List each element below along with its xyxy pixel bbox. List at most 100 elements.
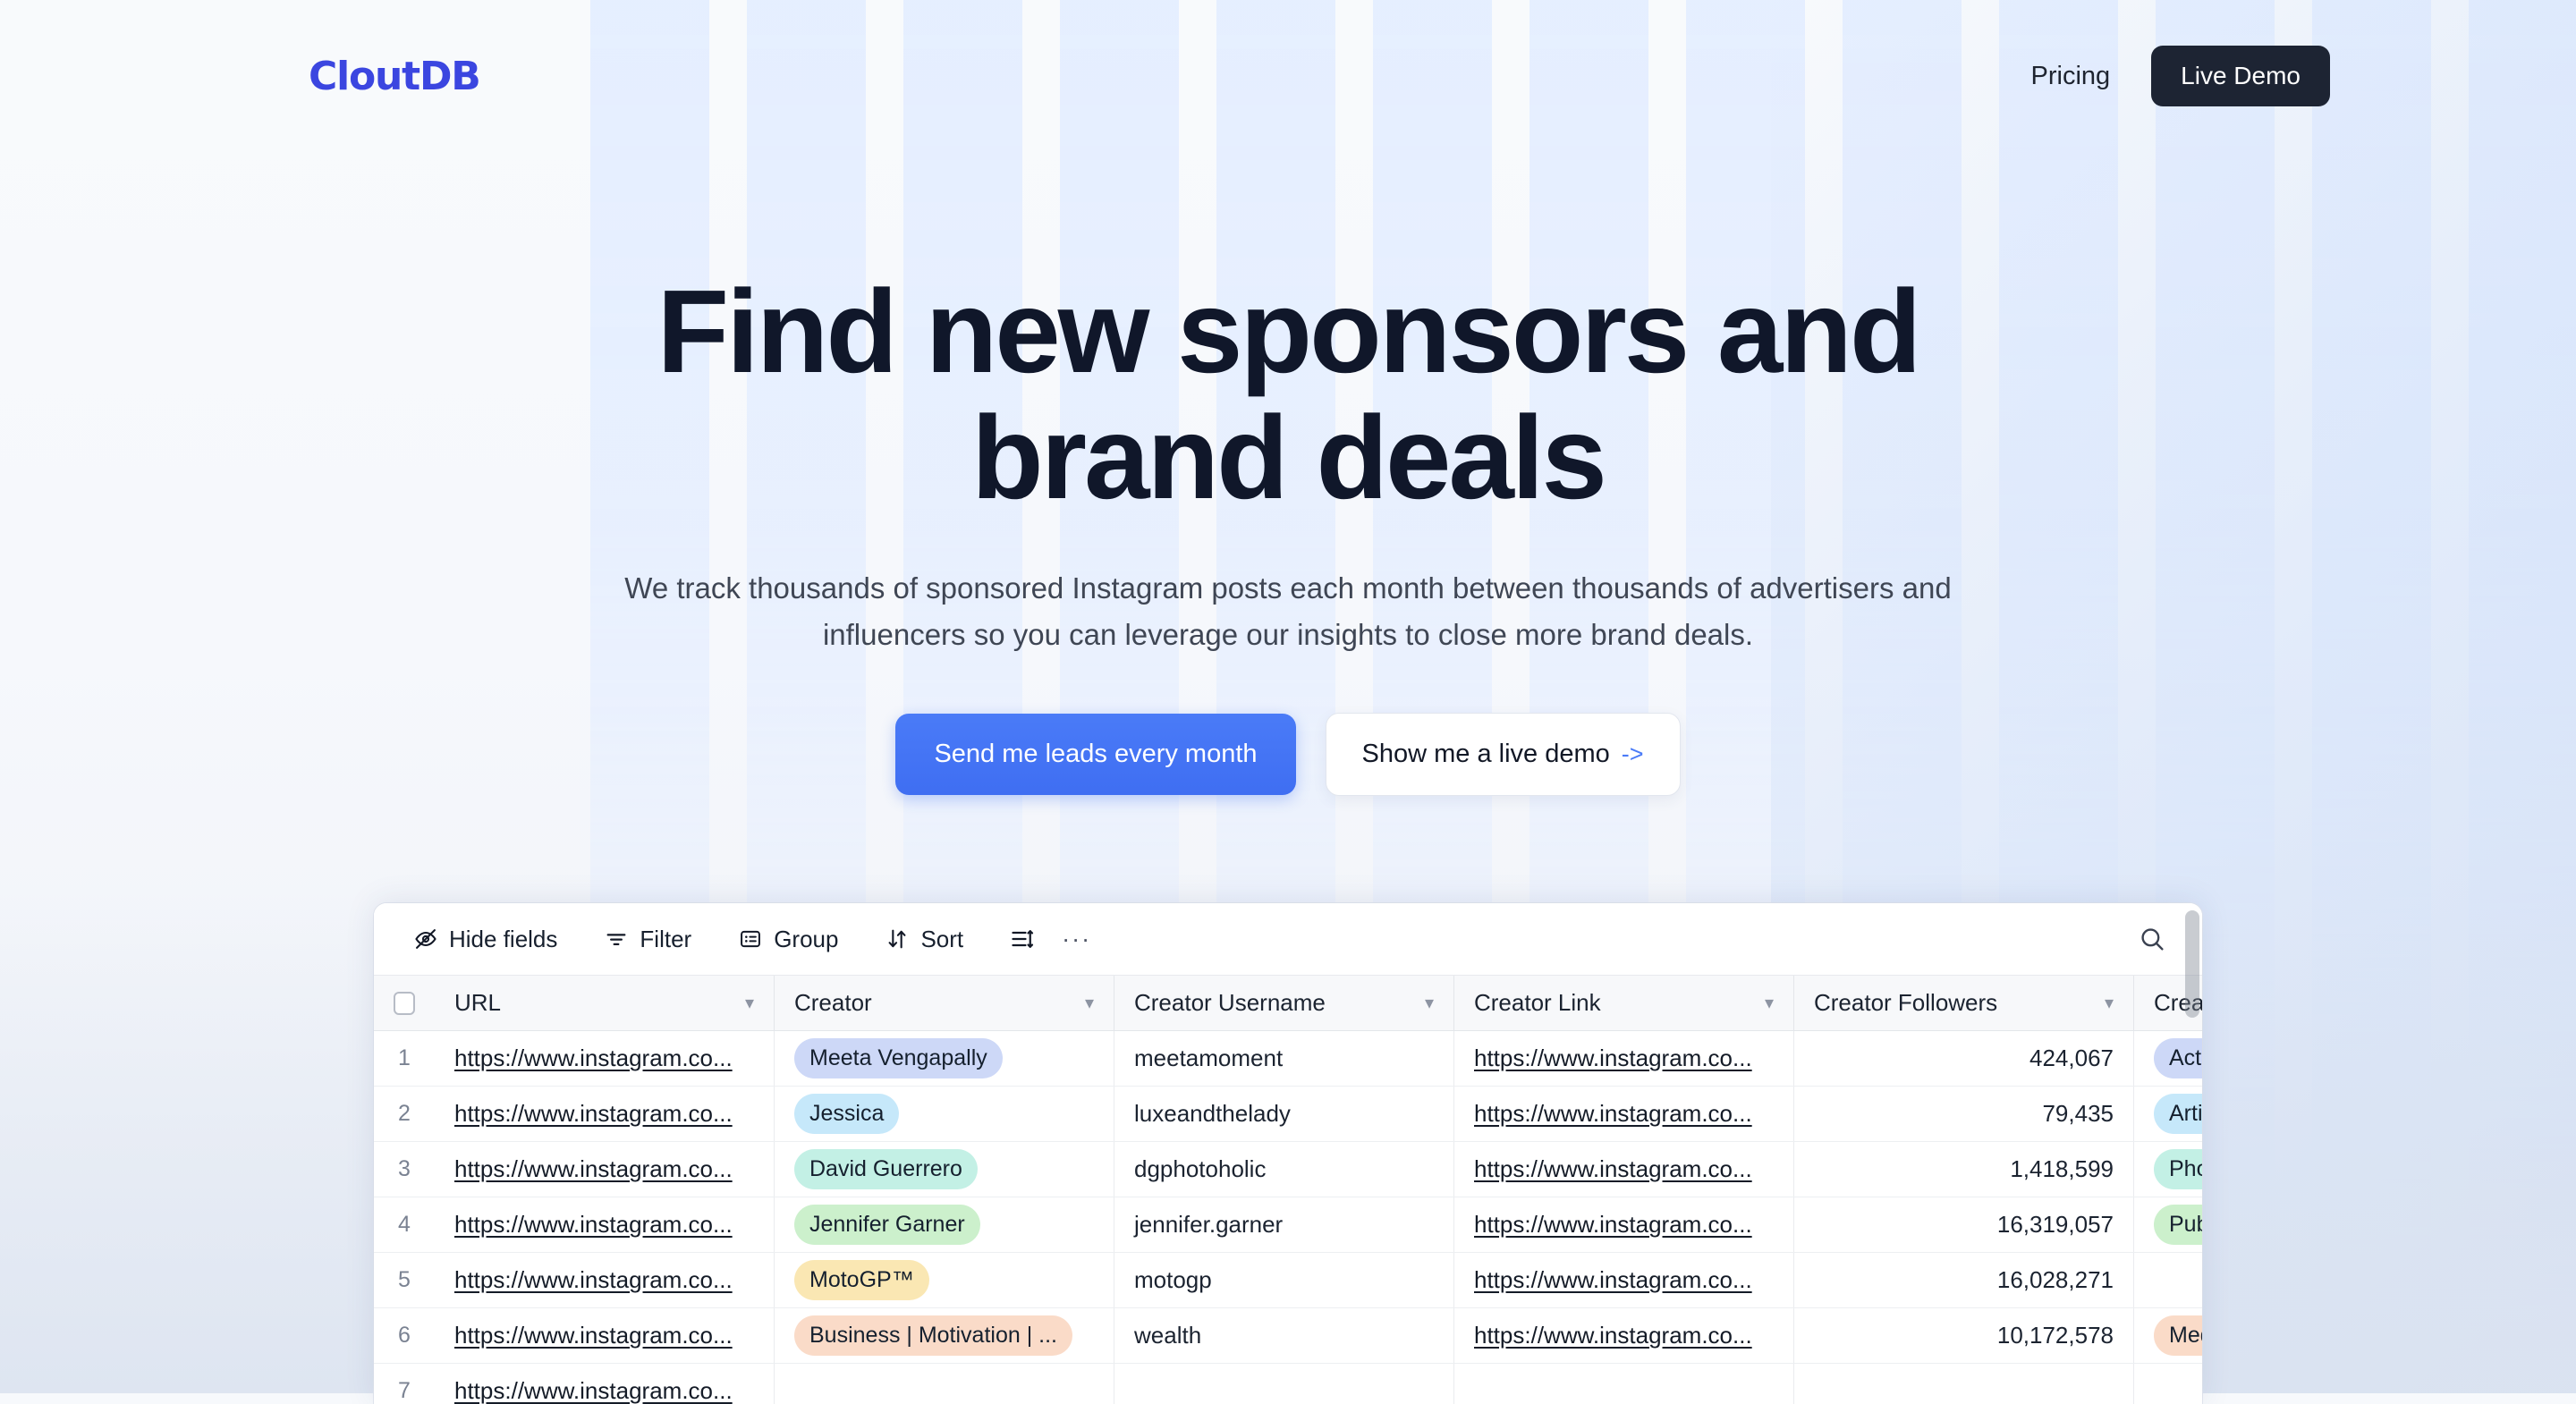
url-link[interactable]: https://www.instagram.co... (454, 1100, 733, 1128)
live-demo-label: Show me a live demo (1361, 739, 1610, 768)
creator-followers-value: 424,067 (2029, 1045, 2114, 1071)
url-link[interactable]: https://www.instagram.co... (454, 1377, 733, 1404)
hide-fields-label: Hide fields (449, 925, 558, 952)
column-header-creator-link[interactable]: Creator Link ▾ (1454, 976, 1794, 1030)
creator-category-pill: Artist (2154, 1093, 2202, 1135)
table-row[interactable]: 6 https://www.instagram.co... Business | M… (374, 1308, 2202, 1364)
brand-logo[interactable]: CloutDB (309, 54, 481, 99)
column-header-label: Creator Link (1474, 989, 1601, 1016)
row-height-button[interactable] (997, 918, 1047, 960)
group-button[interactable]: Group (725, 918, 851, 961)
hide-fields-button[interactable]: Hide fields (401, 918, 570, 961)
creator-category-pill (2154, 1274, 2184, 1287)
eye-off-icon (413, 926, 438, 952)
creator-username-label: dgphotoholic (1134, 1155, 1267, 1182)
cell-creator-link: https://www.instagram.co... (1454, 1142, 1794, 1197)
creator-category-pill: Public f (2154, 1204, 2202, 1246)
data-table-card: Hide fields Filter Group Sort ··· URL ▾ … (374, 903, 2202, 1404)
column-header-creator-username[interactable]: Creator Username ▾ (1114, 976, 1454, 1030)
cell-url: https://www.instagram.co... (435, 1308, 775, 1363)
send-leads-button[interactable]: Send me leads every month (895, 713, 1296, 795)
sort-button[interactable]: Sort (872, 918, 976, 961)
live-demo-link-button[interactable]: Show me a live demo -> (1325, 712, 1681, 796)
search-icon (2138, 925, 2166, 953)
creator-followers-value: 16,028,271 (1996, 1266, 2114, 1293)
group-label: Group (774, 925, 839, 952)
cell-creator-username: dgphotoholic (1114, 1142, 1454, 1197)
creator-followers-value: 16,319,057 (1996, 1211, 2114, 1238)
cell-creator-category: Public f (2134, 1197, 2202, 1252)
creator-username-label: luxeandthelady (1134, 1100, 1291, 1127)
table-row[interactable]: 5 https://www.instagram.co... MotoGP™ motog… (374, 1253, 2202, 1308)
url-link[interactable]: https://www.instagram.co... (454, 1322, 733, 1349)
filter-label: Filter (640, 925, 692, 952)
table-row[interactable]: 1 https://www.instagram.co... Meeta Vengap… (374, 1031, 2202, 1087)
column-header-url[interactable]: URL ▾ (435, 976, 775, 1030)
cell-creator-followers (1794, 1364, 2134, 1404)
search-button[interactable] (2134, 917, 2170, 961)
creator-followers-value: 1,418,599 (2010, 1155, 2114, 1182)
table-row[interactable]: 7 https://www.instagram.co... (374, 1364, 2202, 1404)
cell-creator-followers: 16,028,271 (1794, 1253, 2134, 1307)
cell-url: https://www.instagram.co... (435, 1031, 775, 1086)
table-row[interactable]: 4 https://www.instagram.co... Jennifer Gar… (374, 1197, 2202, 1253)
row-number-label: 1 (398, 1045, 411, 1070)
cell-creator: Meeta Vengapally (775, 1031, 1114, 1086)
column-header-creator[interactable]: Creator ▾ (775, 976, 1114, 1030)
vertical-scrollbar[interactable] (2185, 910, 2199, 1018)
cell-creator: Jessica (775, 1087, 1114, 1141)
sort-label: Sort (920, 925, 964, 952)
creator-category-pill: Actor (2154, 1037, 2202, 1079)
cell-creator (775, 1364, 1114, 1404)
cell-creator-username: motogp (1114, 1253, 1454, 1307)
live-demo-button[interactable]: Live Demo (2151, 46, 2330, 106)
arrow-right-icon: -> (1621, 740, 1644, 767)
table-toolbar: Hide fields Filter Group Sort ··· (374, 903, 2202, 976)
creator-category-pill: Photog (2154, 1148, 2202, 1190)
filter-button[interactable]: Filter (591, 918, 704, 961)
page-title: Find new sponsors and brand deals (657, 266, 1921, 524)
column-header-creator-followers[interactable]: Creator Followers ▾ (1794, 976, 2134, 1030)
select-all-checkbox[interactable] (374, 976, 435, 1030)
creator-link[interactable]: https://www.instagram.co... (1474, 1155, 1752, 1183)
creator-link[interactable]: https://www.instagram.co... (1474, 1045, 1752, 1072)
cell-creator-followers: 79,435 (1794, 1087, 2134, 1141)
cell-creator-link (1454, 1364, 1794, 1404)
url-link[interactable]: https://www.instagram.co... (454, 1155, 733, 1183)
table-row[interactable]: 2 https://www.instagram.co... Jessica luxea… (374, 1087, 2202, 1142)
cell-creator-username: meetamoment (1114, 1031, 1454, 1086)
creator-link[interactable]: https://www.instagram.co... (1474, 1266, 1752, 1294)
column-header-label: Creator (794, 989, 872, 1016)
cell-creator-username (1114, 1364, 1454, 1404)
url-link[interactable]: https://www.instagram.co... (454, 1045, 733, 1072)
chevron-down-icon: ▾ (2104, 994, 2114, 1013)
row-number: 3 (374, 1142, 435, 1197)
sort-arrows-icon (885, 926, 910, 952)
chevron-down-icon: ▾ (1424, 994, 1434, 1013)
cell-creator-category: Artist (2134, 1087, 2202, 1141)
cell-creator-link: https://www.instagram.co... (1454, 1197, 1794, 1252)
creator-username-label: motogp (1134, 1266, 1212, 1293)
site-header: CloutDB Pricing Live Demo (0, 0, 2576, 152)
url-link[interactable]: https://www.instagram.co... (454, 1211, 733, 1239)
hero-section: Find new sponsors and brand deals We tra… (0, 268, 2576, 796)
chevron-down-icon: ▾ (744, 994, 754, 1013)
creator-pill: David Guerrero (794, 1148, 978, 1190)
cell-url: https://www.instagram.co... (435, 1142, 775, 1197)
cell-creator: MotoGP™ (775, 1253, 1114, 1307)
chevron-down-icon: ▾ (1764, 994, 1774, 1013)
creator-link[interactable]: https://www.instagram.co... (1474, 1322, 1752, 1349)
url-link[interactable]: https://www.instagram.co... (454, 1266, 733, 1294)
creator-link[interactable]: https://www.instagram.co... (1474, 1211, 1752, 1239)
creator-link[interactable]: https://www.instagram.co... (1474, 1100, 1752, 1128)
creator-category-pill: Media/ (2154, 1315, 2202, 1357)
cell-url: https://www.instagram.co... (435, 1087, 775, 1141)
more-options-button[interactable]: ··· (1047, 918, 1106, 961)
row-number: 4 (374, 1197, 435, 1252)
nav-link-pricing[interactable]: Pricing (2019, 53, 2123, 100)
cell-creator-category (2134, 1253, 2202, 1307)
row-height-icon (1010, 926, 1035, 952)
cell-creator: Business | Motivation | ... (775, 1308, 1114, 1363)
cell-creator-category: Photog (2134, 1142, 2202, 1197)
table-row[interactable]: 3 https://www.instagram.co... David Guerre… (374, 1142, 2202, 1197)
